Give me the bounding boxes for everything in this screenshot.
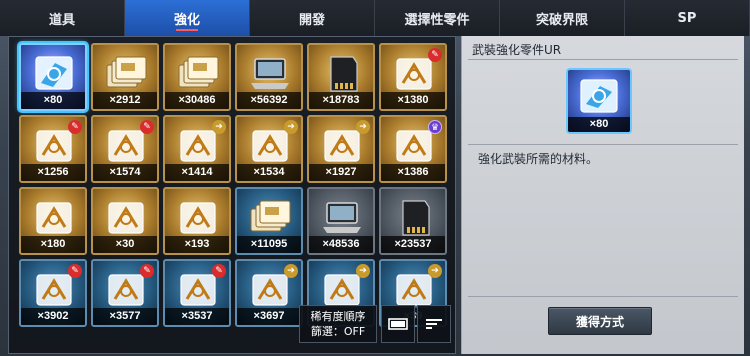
tab-limit-break[interactable]: 突破界限 xyxy=(500,0,625,36)
ticket-stack-icon xyxy=(250,200,291,232)
laptop-icon xyxy=(251,58,289,89)
item-count: ×3902 xyxy=(21,308,85,325)
item-badge-icon: ✎ xyxy=(212,264,226,278)
inventory-item[interactable]: ×80 xyxy=(19,43,87,111)
item-count: ×3577 xyxy=(93,308,157,325)
inventory-item[interactable]: ✎ ×3577 xyxy=(91,259,159,327)
inventory-item[interactable]: ×30486 xyxy=(163,43,231,111)
item-count: ×1534 xyxy=(237,164,301,181)
item-count: ×1256 xyxy=(21,164,85,181)
divider xyxy=(468,59,738,60)
item-count: ×1414 xyxy=(165,164,229,181)
item-count: ×3697 xyxy=(237,308,301,325)
item-badge-icon: ✎ xyxy=(428,48,442,62)
item-badge-icon: ✎ xyxy=(68,264,82,278)
tab-enhance[interactable]: 強化 xyxy=(125,0,250,36)
item-badge-icon: ➔ xyxy=(356,264,370,278)
inventory-item[interactable]: ×56392 xyxy=(235,43,303,111)
inventory-item[interactable]: ×48536 xyxy=(307,187,375,255)
item-badge-icon: ♛ xyxy=(428,120,442,134)
selected-item-icon: ×80 xyxy=(566,68,632,134)
sort-order-label: 稀有度順序 xyxy=(310,310,366,323)
inventory-item[interactable]: ➔ ×1927 xyxy=(307,115,375,183)
acquisition-method-button[interactable]: 獲得方式 xyxy=(548,307,652,335)
inventory-item[interactable]: ×193 xyxy=(163,187,231,255)
laptop-icon xyxy=(323,202,361,233)
memory-card-icon xyxy=(330,56,358,92)
inventory-item[interactable]: ✎ ×3902 xyxy=(19,259,87,327)
divider xyxy=(468,296,738,297)
item-count: ×30 xyxy=(93,236,157,253)
inventory-item[interactable]: ➔ ×3697 xyxy=(235,259,303,327)
filter-status-label: 篩選：OFF xyxy=(310,325,366,338)
item-count: ×193 xyxy=(165,236,229,253)
weapon-enhance-chip-icon xyxy=(580,79,618,113)
sort-direction-button[interactable] xyxy=(417,305,451,343)
inventory-item[interactable]: ×2912 xyxy=(91,43,159,111)
item-badge-icon: ✎ xyxy=(140,120,154,134)
inventory-item[interactable]: ×23537 xyxy=(379,187,447,255)
divider xyxy=(468,144,738,145)
memory-card-icon xyxy=(402,200,430,236)
item-count: ×1380 xyxy=(381,92,445,109)
item-badge-icon: ➔ xyxy=(284,120,298,134)
view-mode-button[interactable] xyxy=(381,305,415,343)
inventory-item[interactable]: ➔ ×1414 xyxy=(163,115,231,183)
item-detail-panel: 武裝強化零件UR ×80 強化武裝所需的材料。 獲得方式 xyxy=(461,36,744,354)
item-count: ×30486 xyxy=(165,92,229,109)
item-badge-icon: ➔ xyxy=(212,120,226,134)
item-count: ×1574 xyxy=(93,164,157,181)
item-count: ×1386 xyxy=(381,164,445,181)
item-count: ×3537 xyxy=(165,308,229,325)
ticket-stack-icon xyxy=(178,56,219,88)
list-view-icon xyxy=(388,318,408,330)
item-count: ×180 xyxy=(21,236,85,253)
item-count: ×1927 xyxy=(309,164,373,181)
tab-optional-parts[interactable]: 選擇性零件 xyxy=(375,0,500,36)
crate-icon xyxy=(36,202,72,234)
item-count: ×11095 xyxy=(237,236,301,253)
tab-development[interactable]: 開發 xyxy=(250,0,375,36)
selected-item-count: ×80 xyxy=(568,117,630,132)
item-badge-icon: ✎ xyxy=(68,120,82,134)
crate-icon xyxy=(108,202,144,234)
item-badge-icon: ✎ xyxy=(140,264,154,278)
item-count: ×18783 xyxy=(309,92,373,109)
ticket-stack-icon xyxy=(106,56,147,88)
item-badge-icon: ➔ xyxy=(284,264,298,278)
item-name: 武裝強化零件UR xyxy=(472,43,562,57)
item-badge-icon: ➔ xyxy=(428,264,442,278)
item-count: ×80 xyxy=(21,92,85,109)
sort-order-icon xyxy=(426,319,442,329)
inventory-item[interactable]: ➔ ×1534 xyxy=(235,115,303,183)
inventory-item[interactable]: ✎ ×1256 xyxy=(19,115,87,183)
category-tab-bar: 道具 強化 開發 選擇性零件 突破界限 SP xyxy=(0,0,750,36)
item-count: ×23537 xyxy=(381,236,445,253)
item-count: ×56392 xyxy=(237,92,301,109)
inventory-item[interactable]: ×30 xyxy=(91,187,159,255)
inventory-item[interactable]: ♛ ×1386 xyxy=(379,115,447,183)
inventory-item[interactable]: ✎ ×3537 xyxy=(163,259,231,327)
inventory-item[interactable]: ×18783 xyxy=(307,43,375,111)
tab-sp[interactable]: SP xyxy=(625,0,750,36)
item-description: 強化武裝所需的材料。 xyxy=(478,152,599,166)
sort-filter-box[interactable]: 稀有度順序 篩選：OFF xyxy=(299,305,377,343)
item-count: ×48536 xyxy=(309,236,373,253)
weapon-enhance-chip-icon xyxy=(35,56,73,90)
item-badge-icon: ➔ xyxy=(356,120,370,134)
inventory-item[interactable]: ✎ ×1380 xyxy=(379,43,447,111)
inventory-panel[interactable]: ×80 ×2912 ×30486 ×56392 ×18783 ✎ ×1380 ✎ ×1256 ✎ ×… xyxy=(8,36,456,354)
inventory-item[interactable]: ×11095 xyxy=(235,187,303,255)
inventory-item[interactable]: ✎ ×1574 xyxy=(91,115,159,183)
inventory-item[interactable]: ×180 xyxy=(19,187,87,255)
tab-items[interactable]: 道具 xyxy=(0,0,125,36)
item-count: ×2912 xyxy=(93,92,157,109)
crate-icon xyxy=(180,202,216,234)
